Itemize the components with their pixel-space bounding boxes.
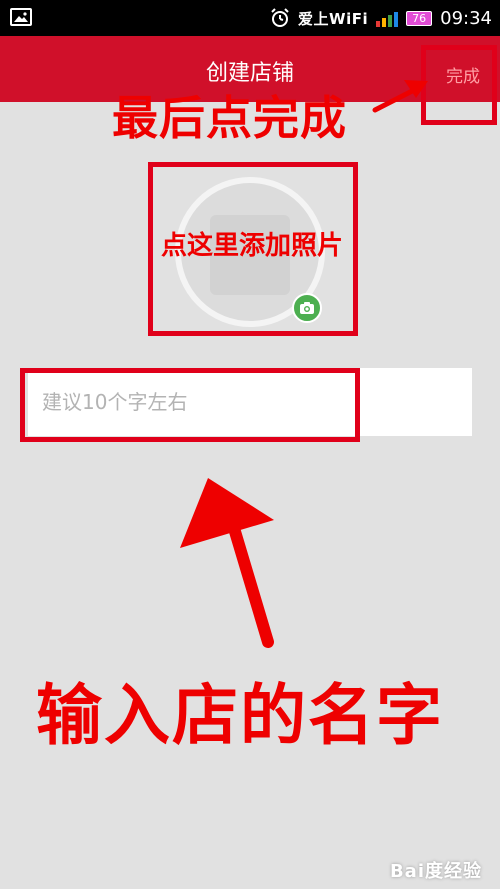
done-arrow: [372, 80, 428, 113]
input-arrow: [180, 478, 274, 648]
watermark: Bai度经验: [389, 861, 482, 882]
annotation-arrows: [180, 80, 428, 648]
